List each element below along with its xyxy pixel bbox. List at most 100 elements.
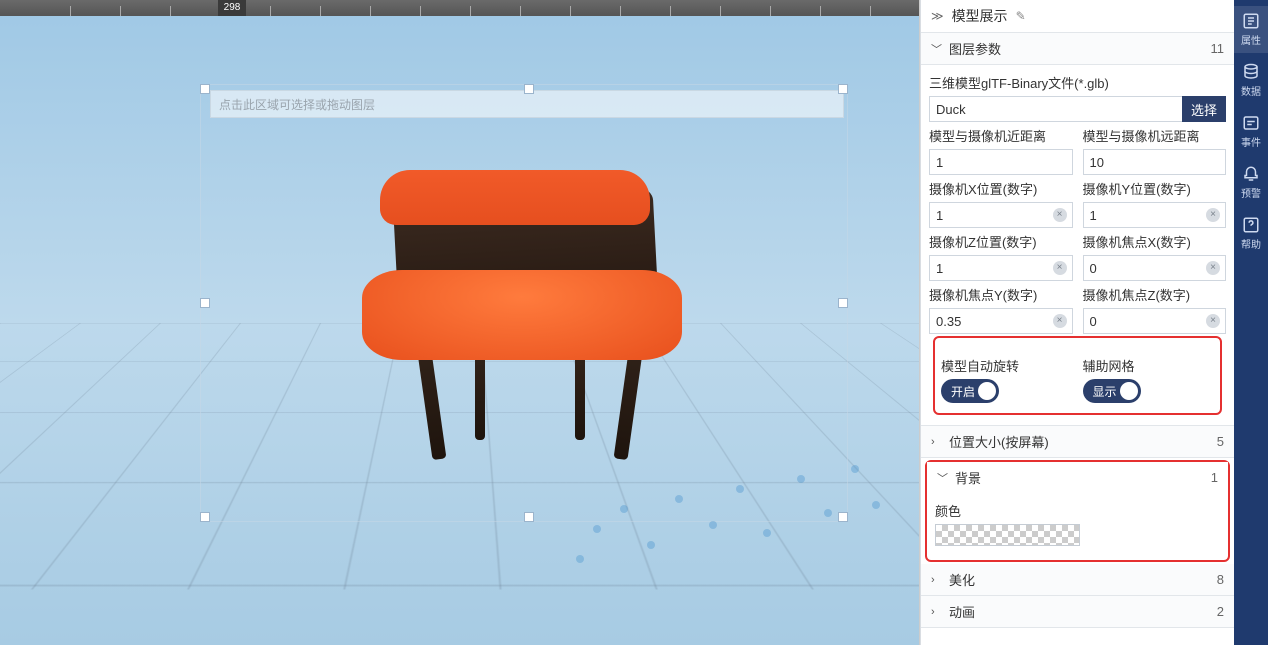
section-count-background: 1	[1211, 470, 1218, 485]
background-color-swatch[interactable]	[935, 524, 1080, 546]
far-label: 模型与摄像机远距离	[1083, 126, 1227, 145]
file-select-button[interactable]: 选择	[1182, 96, 1226, 122]
event-icon	[1242, 114, 1260, 132]
ruler-tick: 800	[720, 6, 721, 16]
section-count-pos-size: 5	[1217, 434, 1224, 449]
section-body-layer-params: 三维模型glTF-Binary文件(*.glb) 选择 模型与摄像机近距离 模型…	[921, 65, 1234, 426]
section-head-pos-size[interactable]: › 位置大小(按屏幕) 5	[921, 426, 1234, 458]
ruler-tick: 900	[820, 6, 821, 16]
section-count-animation: 2	[1217, 604, 1224, 619]
help-icon	[1242, 216, 1260, 234]
section-title-beautify: 美化	[949, 570, 975, 589]
autorotate-label: 模型自动旋转	[941, 356, 1073, 375]
iconbar-item-event[interactable]: 事件	[1234, 108, 1268, 155]
iconbar-item-alarm[interactable]: 预警	[1234, 159, 1268, 206]
resize-handle-br[interactable]	[838, 512, 848, 522]
section-count-beautify: 8	[1217, 572, 1224, 587]
near-label: 模型与摄像机近距离	[929, 126, 1073, 145]
resize-handle-tm[interactable]	[524, 84, 534, 94]
resize-handle-bl[interactable]	[200, 512, 210, 522]
ruler-tick: 450	[370, 6, 371, 16]
focusx-label: 摄像机焦点X(数字)	[1083, 232, 1227, 251]
camz-input[interactable]	[929, 255, 1073, 281]
clear-icon[interactable]: ×	[1206, 208, 1220, 222]
ruler-tick: 700	[620, 6, 621, 16]
iconbar-label-alarm: 预警	[1241, 185, 1261, 200]
ruler-tick: 550	[470, 6, 471, 16]
dropzone-text: 点击此区域可选择或拖动图层	[219, 98, 375, 112]
clear-icon[interactable]: ×	[1053, 261, 1067, 275]
chevron-down-icon: ﹀	[931, 41, 943, 57]
section-head-beautify[interactable]: › 美化 8	[921, 564, 1234, 596]
ruler-tick: 850	[770, 6, 771, 16]
camx-label: 摄像机X位置(数字)	[929, 179, 1073, 198]
resize-handle-ml[interactable]	[200, 298, 210, 308]
helpergrid-toggle[interactable]: 显示	[1083, 379, 1141, 403]
resize-handle-tr[interactable]	[838, 84, 848, 94]
autorotate-toggle-text: 开启	[951, 383, 975, 400]
far-input[interactable]	[1083, 149, 1227, 175]
ruler-cursor: 298	[218, 0, 246, 16]
layer-dropzone[interactable]: 点击此区域可选择或拖动图层	[210, 90, 844, 118]
section-head-background[interactable]: ﹀ 背景 1	[927, 462, 1228, 493]
camy-label: 摄像机Y位置(数字)	[1083, 179, 1227, 198]
chevron-right-icon: ›	[931, 436, 943, 448]
section-title-layer-params: 图层参数	[949, 39, 1001, 58]
ruler-tick: 950	[870, 6, 871, 16]
iconbar-item-data[interactable]: 数据	[1234, 57, 1268, 104]
panel-title: 模型展示	[952, 6, 1008, 26]
iconbar-label-event: 事件	[1241, 134, 1261, 149]
file-input[interactable]	[929, 96, 1182, 122]
section-title-animation: 动画	[949, 602, 975, 621]
resize-handle-bm[interactable]	[524, 512, 534, 522]
background-color-label: 颜色	[935, 501, 1220, 520]
camy-input[interactable]	[1083, 202, 1227, 228]
resize-handle-mr[interactable]	[838, 298, 848, 308]
clear-icon[interactable]: ×	[1053, 208, 1067, 222]
properties-panel: ≫ 模型展示 ✎ ﹀ 图层参数 11 三维模型glTF-Binary文件(*.g…	[920, 0, 1234, 645]
alarm-icon	[1242, 165, 1260, 183]
section-count-layer-params: 11	[1211, 41, 1225, 56]
iconbar-label-data: 数据	[1241, 83, 1261, 98]
helpergrid-toggle-text: 显示	[1093, 383, 1117, 400]
edit-icon[interactable]: ✎	[1016, 9, 1026, 23]
ruler-tick: 250	[170, 6, 171, 16]
near-input[interactable]	[929, 149, 1073, 175]
file-field-label: 三维模型glTF-Binary文件(*.glb)	[929, 73, 1226, 92]
ruler-tick: 200	[120, 6, 121, 16]
clear-icon[interactable]: ×	[1053, 314, 1067, 328]
iconbar-label-help: 帮助	[1241, 236, 1261, 251]
section-head-animation[interactable]: › 动画 2	[921, 596, 1234, 628]
section-title-background: 背景	[955, 468, 981, 487]
helpergrid-label: 辅助网格	[1083, 356, 1215, 375]
iconbar-item-props[interactable]: 属性	[1234, 6, 1268, 53]
ruler-tick: 400	[320, 6, 321, 16]
iconbar-item-help[interactable]: 帮助	[1234, 210, 1268, 257]
canvas-viewport[interactable]: 1502002503003504004505005506006507007508…	[0, 0, 920, 645]
focusx-input[interactable]	[1083, 255, 1227, 281]
database-icon	[1242, 63, 1260, 81]
ruler-tick: 650	[570, 6, 571, 16]
model-preview-chair[interactable]	[380, 170, 680, 460]
clear-icon[interactable]: ×	[1206, 261, 1220, 275]
iconbar-label-props: 属性	[1241, 32, 1261, 47]
chevron-down-icon: ﹀	[937, 470, 949, 486]
horizontal-ruler: 1502002503003504004505005506006507007508…	[0, 0, 919, 16]
ruler-tick: 500	[420, 6, 421, 16]
autorotate-toggle[interactable]: 开启	[941, 379, 999, 403]
chevron-right-icon: ›	[931, 606, 943, 618]
panel-collapse-icon[interactable]: ≫	[931, 9, 944, 23]
chevron-right-icon: ›	[931, 574, 943, 586]
section-head-layer-params[interactable]: ﹀ 图层参数 11	[921, 33, 1234, 65]
focusz-label: 摄像机焦点Z(数字)	[1083, 285, 1227, 304]
props-icon	[1242, 12, 1260, 30]
camx-input[interactable]	[929, 202, 1073, 228]
focusz-input[interactable]	[1083, 308, 1227, 334]
ruler-tick: 150	[70, 6, 71, 16]
clear-icon[interactable]: ×	[1206, 314, 1220, 328]
right-icon-bar: 属性 数据 事件 预警 帮助	[1234, 0, 1268, 645]
camz-label: 摄像机Z位置(数字)	[929, 232, 1073, 251]
resize-handle-tl[interactable]	[200, 84, 210, 94]
section-title-pos-size: 位置大小(按屏幕)	[949, 432, 1049, 451]
focusy-input[interactable]	[929, 308, 1073, 334]
